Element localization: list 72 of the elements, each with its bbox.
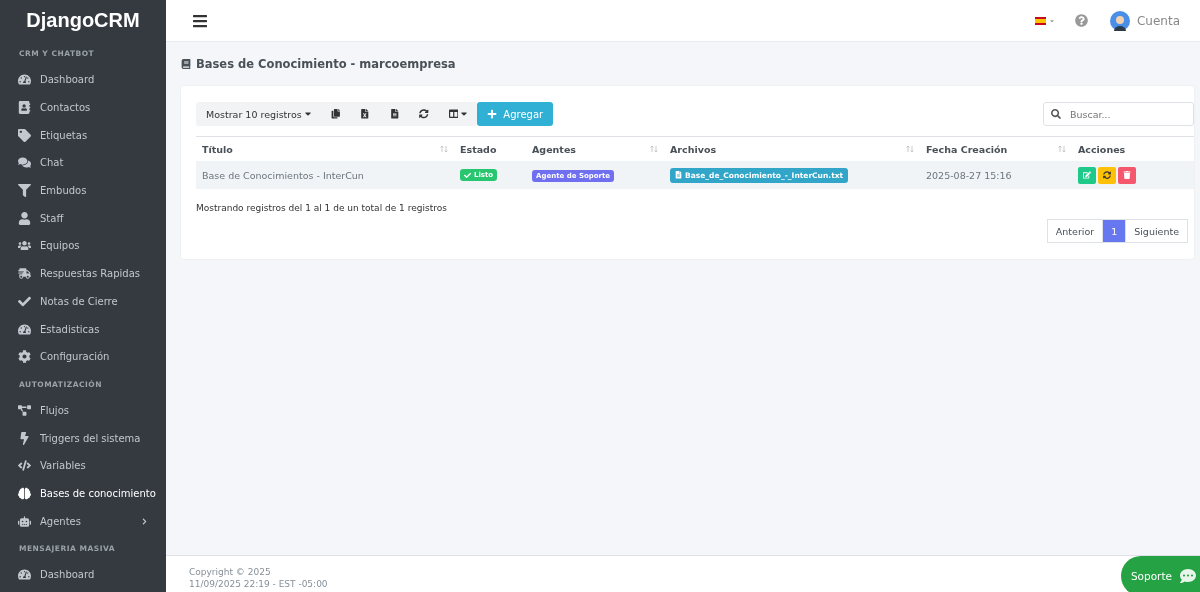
menu-icon[interactable]: [192, 12, 208, 29]
sidebar-item[interactable]: Contactos: [0, 93, 166, 122]
search-field[interactable]: Buscar...: [1043, 102, 1194, 126]
refresh-button[interactable]: [1098, 166, 1116, 184]
column-header[interactable]: Acciones: [1072, 143, 1194, 155]
sidebar-item[interactable]: Respuestas Rapidas: [0, 259, 166, 288]
sidebar-item[interactable]: Notas de Cierre: [0, 287, 166, 316]
brand-logo: DjangoCRM: [25, 7, 141, 33]
sidebar-item-icon: [18, 431, 31, 445]
sidebar-item[interactable]: Configuración: [0, 342, 166, 371]
book-icon: [181, 59, 191, 69]
column-header[interactable]: Archivos: [664, 143, 920, 155]
sidebar-item-icon: [18, 73, 31, 87]
column-header[interactable]: Estado: [454, 143, 526, 155]
flag-icon[interactable]: [1034, 16, 1046, 25]
plus-icon: [487, 109, 498, 119]
sidebar-item[interactable]: Dashboard: [0, 561, 166, 589]
sidebar-item-icon: [18, 211, 31, 225]
sidebar-item-icon: [18, 459, 31, 473]
sidebar-item-icon: [18, 156, 31, 170]
sidebar-item[interactable]: Equipos: [0, 232, 166, 260]
refresh-icon: [1103, 171, 1111, 179]
timestamp-text: 11/09/2025 22:19 - EST -05:00: [189, 578, 328, 590]
sidebar-item-icon: [18, 239, 31, 253]
table-cell-text: 2025-08-27 15:16: [925, 169, 1013, 181]
sidebar-item-icon: [18, 568, 31, 582]
sidebar-item[interactable]: Embudos: [0, 176, 166, 205]
sidebar-item-icon: [18, 101, 31, 115]
sidebar-item-icon: [18, 294, 31, 308]
sidebar-item[interactable]: Dashboard: [0, 66, 166, 94]
sidebar-item[interactable]: Etiquetas: [0, 121, 166, 150]
sidebar-item-icon: [18, 267, 31, 281]
sidebar-item-icon: [18, 184, 31, 198]
sidebar-item[interactable]: Chat: [0, 149, 166, 177]
chat-icon: [1180, 568, 1196, 584]
sidebar-item-icon: [18, 514, 31, 528]
refresh-icon: [419, 109, 429, 119]
account-link[interactable]: Cuenta: [1136, 13, 1180, 28]
pagination-button[interactable]: 1: [1102, 219, 1127, 243]
file-icon: [360, 109, 370, 119]
search-icon: [1051, 109, 1061, 119]
table-info: Mostrando registros del 1 al 1 de un total de 1 registros: [196, 203, 448, 213]
sidebar-item[interactable]: Agentes: [0, 507, 166, 535]
avatar-icon: [1109, 10, 1130, 31]
sidebar-item[interactable]: Bases de conocimiento: [0, 479, 166, 508]
sidebar-item[interactable]: Variables: [0, 451, 166, 480]
page-length-dropdown[interactable]: Mostrar 10 registros: [196, 102, 321, 126]
sidebar-item-icon: [18, 350, 31, 364]
copy-icon: [330, 109, 341, 119]
help-icon[interactable]: [1074, 14, 1088, 27]
file-icon: [389, 109, 400, 119]
pagination-button[interactable]: Siguiente: [1125, 219, 1188, 243]
table-cell-text: Base de Conocimientos - InterCun: [201, 169, 365, 181]
sidebar-item[interactable]: Staff: [0, 204, 166, 233]
sidebar-item-icon: [18, 403, 31, 417]
column-header[interactable]: Fecha Creación: [920, 143, 1072, 155]
sidebar-item[interactable]: Flujos: [0, 396, 166, 425]
sidebar-item[interactable]: Estadisticas: [0, 315, 166, 343]
column-header[interactable]: Título: [196, 143, 454, 155]
columns-icon: [448, 109, 459, 119]
sidebar-item-icon: [18, 486, 31, 500]
sidebar-item[interactable]: Triggers del sistema: [0, 424, 166, 452]
copyright-text: Copyright © 2025: [189, 566, 271, 578]
edit-icon: [1083, 171, 1091, 179]
trash-icon: [1123, 171, 1131, 179]
sidebar-item-icon: [18, 322, 31, 336]
check-icon: [464, 171, 471, 179]
pagination-button[interactable]: Anterior: [1046, 219, 1104, 243]
file-icon: [675, 171, 682, 179]
page-title: Bases de Conocimiento - marcoempresa: [196, 57, 456, 71]
sidebar-item-icon: [18, 128, 31, 142]
column-header[interactable]: Agentes: [526, 143, 664, 155]
